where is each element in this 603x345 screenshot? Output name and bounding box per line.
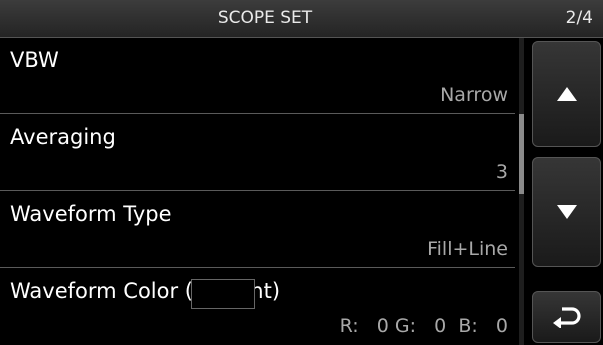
item-label: Averaging (10, 125, 116, 149)
scrollbar[interactable] (519, 38, 524, 345)
title-bar: SCOPE SET 2/4 (0, 0, 603, 38)
settings-list: VBW Narrow Averaging 3 Waveform Type Fil… (0, 38, 522, 345)
page-indicator: 2/4 (565, 8, 593, 28)
return-arrow-icon (552, 307, 581, 328)
item-value: Fill+Line (427, 238, 508, 260)
page-title: SCOPE SET (217, 8, 313, 28)
b-label: B: (458, 315, 478, 337)
up-arrow-icon (556, 87, 577, 101)
item-label: Waveform Type (10, 202, 172, 226)
b-value: 0 (495, 315, 508, 337)
scroll-up-button[interactable] (532, 41, 601, 147)
color-swatch (191, 279, 255, 309)
scrollbar-thumb[interactable] (519, 114, 524, 194)
item-value: 3 (495, 161, 508, 183)
item-value: Narrow (440, 84, 508, 106)
list-item-averaging[interactable]: Averaging 3 (0, 115, 515, 191)
list-item-waveform-type[interactable]: Waveform Type Fill+Line (0, 192, 515, 268)
g-value: 0 (434, 315, 447, 337)
r-label: R: (339, 315, 359, 337)
g-label: G: (394, 315, 417, 337)
rgb-values: R: 0 G: 0 B: 0 (340, 315, 508, 339)
back-button[interactable] (532, 291, 601, 343)
scroll-down-button[interactable] (532, 157, 601, 267)
list-item-vbw[interactable]: VBW Narrow (0, 38, 515, 114)
down-arrow-icon (556, 205, 577, 219)
item-label: VBW (10, 48, 59, 72)
r-value: 0 (376, 315, 389, 337)
list-item-waveform-color[interactable]: Waveform Color (Current) R: 0 G: 0 B: 0 (0, 269, 515, 344)
